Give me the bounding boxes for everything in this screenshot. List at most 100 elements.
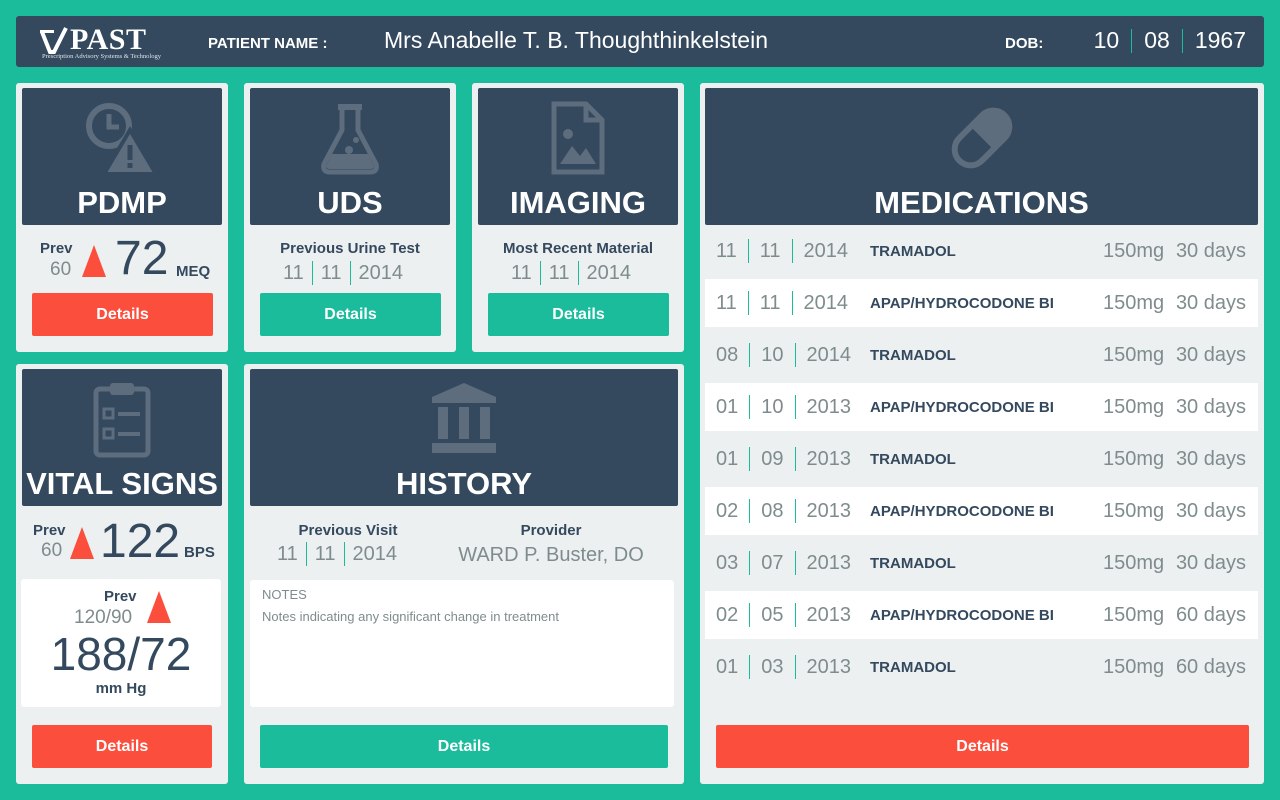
date-year: 2014 bbox=[803, 291, 849, 314]
history-title: HISTORY bbox=[395, 466, 533, 501]
flask-icon bbox=[321, 104, 379, 175]
medication-date: 08 10 2014 bbox=[705, 331, 862, 379]
medication-duration: 30 days bbox=[1175, 551, 1246, 574]
vitals-details-button[interactable]: Details bbox=[32, 725, 212, 768]
history-card: HISTORY Previous Visit 11 11 2014 Provid… bbox=[244, 364, 684, 784]
imaging-card: IMAGING Most Recent Material 11 11 2014 … bbox=[472, 83, 684, 352]
medications-title: MEDICATIONS bbox=[874, 185, 1089, 220]
pdmp-unit: MEQ bbox=[176, 263, 211, 280]
medication-dose: 150mg bbox=[1103, 343, 1165, 366]
date-day: 11 bbox=[320, 261, 342, 284]
date-year: 2013 bbox=[806, 395, 852, 418]
increase-arrow-icon bbox=[147, 591, 171, 623]
medication-duration: 30 days bbox=[1175, 395, 1246, 418]
medication-date: 01 03 2013 bbox=[705, 643, 862, 691]
date-month: 11 bbox=[716, 291, 737, 314]
medication-date: 11 11 2014 bbox=[705, 279, 859, 327]
medication-dose: 150mg bbox=[1103, 603, 1165, 626]
imaging-date: 11 11 2014 bbox=[503, 261, 639, 285]
logo-text: PAST bbox=[70, 23, 147, 56]
medications-details-button[interactable]: Details bbox=[716, 725, 1249, 768]
clock-warning-icon bbox=[86, 103, 160, 176]
header-bar: PAST Prescription Advisory Systems & Tec… bbox=[16, 16, 1264, 67]
medication-row[interactable]: 02 05 2013 APAP/HYDROCODONE BI 150mg 60 days bbox=[705, 591, 1258, 639]
pdmp-value: 72 bbox=[115, 232, 169, 285]
medication-row[interactable]: 01 09 2013 TRAMADOL 150mg 30 days bbox=[705, 435, 1258, 483]
imaging-label: Most Recent Material bbox=[502, 240, 654, 257]
uds-tile: UDS bbox=[250, 88, 450, 225]
pdmp-tile: PDMP bbox=[22, 88, 222, 225]
medications-tile: MEDICATIONS bbox=[705, 88, 1258, 225]
date-month: 02 bbox=[716, 499, 739, 522]
date-month: 11 bbox=[716, 239, 737, 262]
pdmp-details-button[interactable]: Details bbox=[32, 293, 213, 336]
date-year: 2013 bbox=[806, 499, 852, 522]
vitals-tile: VITAL SIGNS bbox=[22, 369, 222, 506]
clipboard-icon bbox=[93, 383, 151, 458]
building-icon bbox=[432, 383, 496, 453]
medication-dose: 150mg bbox=[1103, 239, 1165, 262]
dob-month: 10 bbox=[1093, 27, 1120, 53]
medication-name: APAP/HYDROCODONE BI bbox=[870, 294, 1054, 312]
dob-value: 10 08 1967 bbox=[1082, 27, 1258, 54]
date-month: 03 bbox=[716, 551, 739, 574]
pdmp-card: PDMP Prev 60 72 MEQ Details bbox=[16, 83, 228, 352]
mortar-check-icon bbox=[40, 27, 68, 54]
date-day: 05 bbox=[761, 603, 784, 626]
history-details-button[interactable]: Details bbox=[260, 725, 668, 768]
bp-value: 188/72 bbox=[50, 628, 192, 680]
medication-name: APAP/HYDROCODONE BI bbox=[870, 502, 1054, 520]
imaging-title: IMAGING bbox=[509, 185, 647, 220]
medication-dose: 150mg bbox=[1103, 551, 1165, 574]
date-year: 2014 bbox=[806, 343, 852, 366]
notes-box[interactable]: NOTES Notes indicating any significant c… bbox=[250, 580, 674, 707]
medication-row[interactable]: 03 07 2013 TRAMADOL 150mg 30 days bbox=[705, 539, 1258, 587]
medication-dose: 150mg bbox=[1103, 655, 1165, 678]
date-day: 10 bbox=[761, 395, 784, 418]
medication-duration: 30 days bbox=[1175, 447, 1246, 470]
medications-list[interactable]: 11 11 2014 TRAMADOL 150mg 30 days 11 11 2014 APAP… bbox=[705, 227, 1258, 707]
medication-date: 11 11 2014 bbox=[705, 227, 859, 275]
vitals-title: VITAL SIGNS bbox=[26, 466, 218, 501]
pill-icon bbox=[951, 107, 1012, 169]
imaging-details-button[interactable]: Details bbox=[488, 293, 669, 336]
date-month: 11 bbox=[511, 261, 532, 284]
patient-name-label: PATIENT NAME : bbox=[208, 35, 328, 52]
provider-label: Provider bbox=[520, 522, 582, 539]
date-year: 2013 bbox=[806, 603, 852, 626]
date-year: 2013 bbox=[806, 655, 852, 678]
medication-date: 01 10 2013 bbox=[705, 383, 862, 431]
uds-title: UDS bbox=[317, 185, 383, 220]
medication-date: 03 07 2013 bbox=[705, 539, 862, 587]
date-year: 2014 bbox=[352, 542, 398, 565]
medication-row[interactable]: 11 11 2014 TRAMADOL 150mg 30 days bbox=[705, 227, 1258, 275]
medication-row[interactable]: 11 11 2014 APAP/HYDROCODONE BI 150mg 30 days bbox=[705, 279, 1258, 327]
medication-duration: 60 days bbox=[1175, 603, 1246, 626]
date-day: 09 bbox=[761, 447, 784, 470]
uds-details-button[interactable]: Details bbox=[260, 293, 441, 336]
medication-row[interactable]: 08 10 2014 TRAMADOL 150mg 30 days bbox=[705, 331, 1258, 379]
medication-name: APAP/HYDROCODONE BI bbox=[870, 606, 1054, 624]
pdmp-prev-value: 60 bbox=[50, 259, 72, 280]
medication-name: TRAMADOL bbox=[870, 242, 956, 260]
date-year: 2014 bbox=[586, 261, 632, 284]
bp-unit: mm Hg bbox=[95, 680, 147, 697]
medication-dose: 150mg bbox=[1103, 499, 1165, 522]
medication-duration: 30 days bbox=[1175, 343, 1246, 366]
uds-label: Previous Urine Test bbox=[280, 240, 420, 257]
date-year: 2013 bbox=[806, 551, 852, 574]
medication-row[interactable]: 01 03 2013 TRAMADOL 150mg 60 days bbox=[705, 643, 1258, 691]
bp-prev-value: 120/90 bbox=[74, 607, 133, 628]
medication-row[interactable]: 01 10 2013 APAP/HYDROCODONE BI 150mg 30 days bbox=[705, 383, 1258, 431]
medication-dose: 150mg bbox=[1103, 395, 1165, 418]
increase-arrow-icon bbox=[70, 527, 94, 559]
medication-date: 02 08 2013 bbox=[705, 487, 862, 535]
date-day: 08 bbox=[761, 499, 784, 522]
medication-row[interactable]: 02 08 2013 APAP/HYDROCODONE BI 150mg 30 days bbox=[705, 487, 1258, 535]
history-tile: HISTORY bbox=[250, 369, 678, 506]
notes-text: Notes indicating any significant change … bbox=[262, 609, 560, 624]
date-month: 08 bbox=[716, 343, 739, 366]
increase-arrow-icon bbox=[82, 245, 106, 277]
logo-subtitle: Prescription Advisory Systems & Technolo… bbox=[42, 53, 161, 60]
medication-duration: 30 days bbox=[1175, 291, 1246, 314]
